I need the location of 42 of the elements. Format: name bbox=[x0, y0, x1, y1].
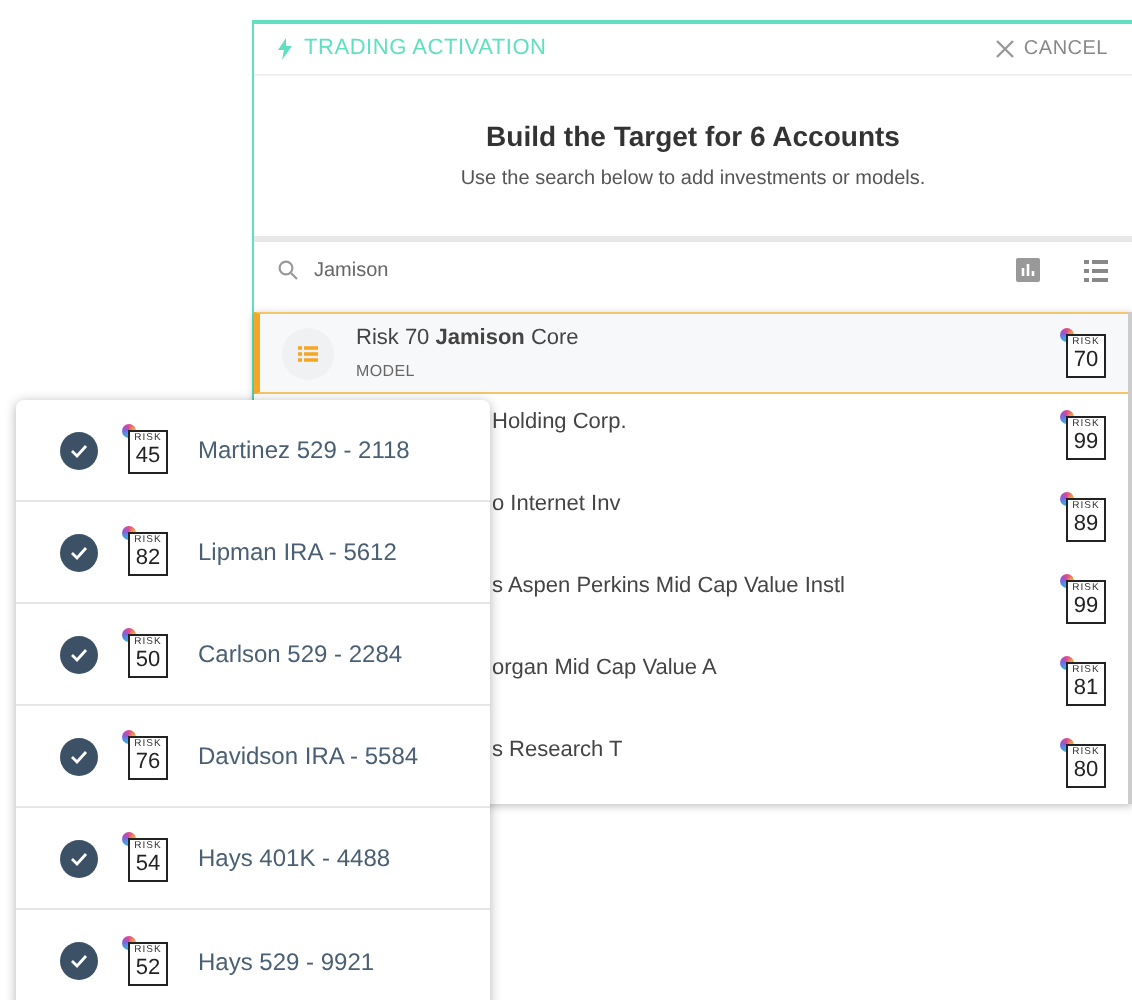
risk-score: 82 bbox=[135, 548, 161, 570]
check-icon[interactable] bbox=[60, 431, 98, 469]
risk-score: 52 bbox=[135, 957, 161, 979]
model-icon bbox=[282, 327, 334, 379]
check-icon[interactable] bbox=[60, 839, 98, 877]
account-name: Martinez 529 - 2118 bbox=[198, 434, 410, 468]
result-name: Holding Corp. bbox=[492, 408, 629, 439]
risk-score: 80 bbox=[1073, 759, 1099, 781]
result-name: s Aspen Perkins Mid Cap Value Instl bbox=[492, 572, 847, 603]
heading-subtitle: Use the search below to add investments or models. bbox=[460, 166, 926, 194]
header-title: TRADING ACTIVATION bbox=[304, 34, 547, 65]
result-name: organ Mid Cap Value A bbox=[492, 654, 719, 685]
account-name: Davidson IRA - 5584 bbox=[198, 740, 419, 774]
risk-score: 54 bbox=[135, 854, 161, 876]
result-type: MODEL bbox=[356, 360, 417, 385]
close-icon bbox=[995, 40, 1014, 58]
account-name: Carlson 529 - 2284 bbox=[198, 638, 403, 672]
risk-score: 76 bbox=[135, 752, 161, 774]
list-icon[interactable] bbox=[1084, 259, 1108, 281]
search-field[interactable]: Jamison bbox=[314, 255, 1000, 285]
cancel-button[interactable]: CANCEL bbox=[995, 34, 1108, 64]
check-icon[interactable] bbox=[60, 635, 98, 673]
heading-title: Build the Target for 6 Accounts bbox=[486, 118, 900, 156]
check-icon[interactable] bbox=[60, 533, 98, 571]
result-name: Risk 70 Jamison Core bbox=[356, 323, 581, 354]
result-name: o Internet Inv bbox=[492, 490, 623, 521]
check-icon[interactable] bbox=[60, 942, 98, 980]
account-name: Hays 529 - 9921 bbox=[198, 945, 375, 979]
bar-chart-icon[interactable] bbox=[1016, 258, 1040, 282]
risk-score: 45 bbox=[135, 446, 161, 468]
search-icon bbox=[278, 260, 298, 280]
risk-score: 70 bbox=[1073, 349, 1099, 371]
risk-score: 89 bbox=[1073, 513, 1099, 535]
check-icon[interactable] bbox=[60, 737, 98, 775]
risk-score: 99 bbox=[1073, 431, 1099, 453]
lightning-icon bbox=[278, 38, 292, 60]
risk-score: 50 bbox=[135, 650, 161, 672]
account-name: Hays 401K - 4488 bbox=[198, 842, 391, 876]
risk-score: 99 bbox=[1073, 595, 1099, 617]
account-name: Lipman IRA - 5612 bbox=[198, 536, 397, 570]
risk-score: 81 bbox=[1073, 677, 1099, 699]
result-name: s Research T bbox=[492, 736, 625, 767]
